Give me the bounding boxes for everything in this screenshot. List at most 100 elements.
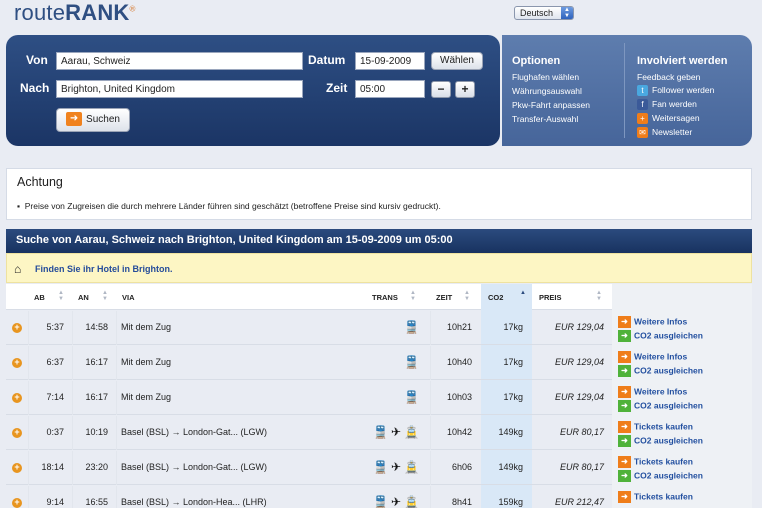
options-panel: Optionen Flughafen wählen Währungsauswah…: [502, 35, 752, 146]
panel-divider: [624, 43, 625, 138]
co2-offset-link[interactable]: ➜ CO2 ausgleichen: [618, 435, 703, 447]
hotel-banner[interactable]: ⌂ Finden Sie ihr Hotel in Brighton.: [6, 253, 752, 283]
zeit-input[interactable]: [355, 80, 425, 98]
expand-row-icon[interactable]: +: [12, 428, 22, 438]
co2-offset-link[interactable]: ➜ CO2 ausgleichen: [618, 330, 703, 342]
train-icon: 🚆: [373, 425, 391, 439]
newsletter-link[interactable]: ✉ Newsletter: [637, 127, 692, 139]
co2-offset-link[interactable]: ➜ CO2 ausgleichen: [618, 400, 703, 412]
sort-zeit-icon[interactable]: ▲ ▼: [464, 290, 470, 302]
table-row[interactable]: +5:37 14:58 Mit dem Zug 🚆 10h21 17kg EUR 129,0…: [6, 311, 612, 345]
col-an[interactable]: AN: [78, 293, 89, 302]
train-icon: 🚆: [404, 355, 422, 369]
arrow-right-icon: ➜: [618, 491, 631, 503]
plane-icon: ✈: [390, 495, 405, 508]
cell-ab: 9:14: [46, 497, 64, 507]
cell-an: 16:17: [85, 392, 108, 402]
plane-icon: ✈: [390, 425, 405, 439]
suchen-button[interactable]: ➜ Suchen: [56, 108, 130, 132]
arrow-right-icon: ➜: [618, 456, 631, 468]
sort-trans-icon[interactable]: ▲ ▼: [410, 290, 416, 302]
cell-preis: EUR 129,04: [554, 322, 604, 332]
cell-trans: 🚆✈🚊: [362, 425, 422, 439]
von-input[interactable]: [56, 52, 303, 70]
more-info-link[interactable]: ➜ Weitere Infos: [618, 386, 687, 398]
more-info-link[interactable]: ➜ Weitere Infos: [618, 316, 687, 328]
nach-label: Nach: [20, 81, 50, 95]
cell-via: Mit dem Zug: [121, 322, 172, 332]
search-panel: Von Nach Datum Wählen Zeit − + ➜Suchen: [6, 35, 500, 146]
feedback-link[interactable]: Feedback geben: [637, 72, 700, 82]
col-co2[interactable]: CO2: [488, 293, 503, 302]
cell-zeit: 10h42: [446, 427, 472, 437]
share-icon: +: [637, 113, 648, 125]
waehlen-button[interactable]: Wählen: [431, 52, 483, 70]
cell-preis: EUR 80,17: [559, 462, 604, 472]
expand-row-icon[interactable]: +: [12, 323, 22, 333]
col-zeit[interactable]: ZEIT: [436, 293, 452, 302]
cell-via: Mit dem Zug: [121, 357, 172, 367]
cell-trans: 🚆: [362, 355, 422, 369]
time-minus-button[interactable]: −: [431, 81, 451, 98]
nach-input[interactable]: [56, 80, 303, 98]
option-link-currency[interactable]: Währungsauswahl: [512, 86, 582, 96]
train-icon: 🚆: [373, 495, 391, 508]
expand-row-icon[interactable]: +: [12, 498, 22, 508]
option-link-car[interactable]: Pkw-Fahrt anpassen: [512, 100, 590, 110]
col-preis[interactable]: PREIS: [539, 293, 562, 302]
expand-row-icon[interactable]: +: [12, 393, 22, 403]
cell-co2: 149kg: [498, 427, 523, 437]
option-link-airport[interactable]: Flughafen wählen: [512, 72, 579, 82]
twitter-icon: t: [637, 85, 648, 97]
plane-icon: ✈: [390, 460, 405, 474]
language-select[interactable]: Deutsch ▲ ▼: [514, 6, 574, 20]
cell-ab: 5:37: [46, 322, 64, 332]
von-label: Von: [26, 53, 48, 67]
expand-row-icon[interactable]: +: [12, 358, 22, 368]
table-row[interactable]: +18:14 23:20 Basel (BSL) → London-Gat... (…: [6, 451, 612, 485]
cell-zeit: 10h40: [446, 357, 472, 367]
sort-preis-icon[interactable]: ▲ ▼: [596, 290, 602, 302]
option-link-transfer[interactable]: Transfer-Auswahl: [512, 114, 578, 124]
train-icon: 🚆: [373, 460, 391, 474]
share-link[interactable]: + Weitersagen: [637, 113, 700, 125]
buy-tickets-link[interactable]: ➜ Tickets kaufen: [618, 456, 693, 468]
tram-icon: 🚊: [404, 460, 422, 474]
cell-co2: 17kg: [503, 392, 523, 402]
facebook-link[interactable]: f Fan werden: [637, 99, 697, 111]
cell-via: Basel (BSL) → London-Gat... (LGW): [121, 462, 268, 472]
col-ab[interactable]: AB: [34, 293, 45, 302]
arrow-right-icon: ➜: [618, 351, 631, 363]
sort-an-icon[interactable]: ▲ ▼: [102, 290, 108, 302]
routerank-logo[interactable]: routeRANK®: [14, 0, 136, 26]
table-row[interactable]: +7:14 16:17 Mit dem Zug 🚆 10h03 17kg EUR 129,0…: [6, 381, 612, 415]
arrow-right-icon: ➜: [618, 421, 631, 433]
time-plus-button[interactable]: +: [455, 81, 475, 98]
table-row[interactable]: +6:37 16:17 Mit dem Zug 🚆 10h40 17kg EUR 129,0…: [6, 346, 612, 380]
buy-tickets-link[interactable]: ➜ Tickets kaufen: [618, 421, 693, 433]
mail-icon: ✉: [637, 127, 648, 139]
co2-offset-link[interactable]: ➜ CO2 ausgleichen: [618, 470, 703, 482]
sort-co2-active-icon[interactable]: ▲: [520, 290, 526, 302]
cell-co2: 159kg: [498, 497, 523, 507]
table-row[interactable]: +0:37 10:19 Basel (BSL) → London-Gat... (L…: [6, 416, 612, 450]
cell-trans: 🚆✈🚊: [362, 495, 422, 508]
cell-via: Basel (BSL) → London-Hea... (LHR): [121, 497, 267, 507]
buy-tickets-link[interactable]: ➜ Tickets kaufen: [618, 491, 693, 503]
cell-via: Mit dem Zug: [121, 392, 172, 402]
table-row[interactable]: +9:14 16:55 Basel (BSL) → London-Hea... (L…: [6, 486, 612, 508]
twitter-link[interactable]: t Follower werden: [637, 85, 714, 97]
more-info-link[interactable]: ➜ Weitere Infos: [618, 351, 687, 363]
green-arrow-icon: ➜: [618, 470, 631, 482]
notice-box: Achtung ▪ Preise von Zugreisen die durch…: [6, 168, 752, 220]
col-via[interactable]: VIA: [122, 293, 135, 302]
arrow-right-icon: ➜: [66, 112, 83, 127]
expand-row-icon[interactable]: +: [12, 463, 22, 473]
hotel-link[interactable]: Finden Sie ihr Hotel in Brighton.: [35, 264, 173, 274]
cell-trans: 🚆: [362, 390, 422, 404]
co2-offset-link[interactable]: ➜ CO2 ausgleichen: [618, 365, 703, 377]
cell-preis: EUR 212,47: [554, 497, 604, 507]
datum-input[interactable]: [355, 52, 425, 70]
col-trans[interactable]: TRANS: [372, 293, 398, 302]
sort-ab-icon[interactable]: ▲ ▼: [58, 290, 64, 302]
